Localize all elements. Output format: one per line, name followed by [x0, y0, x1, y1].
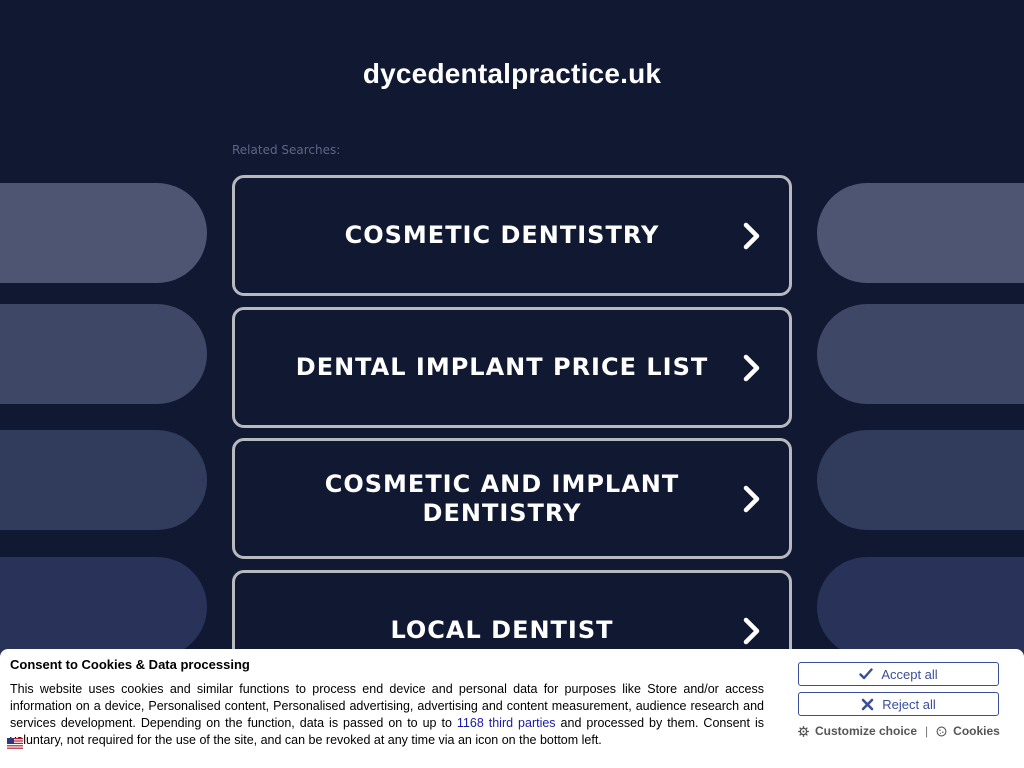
gear-icon: [798, 725, 809, 737]
decorative-pill: [0, 183, 207, 283]
accept-all-label: Accept all: [881, 666, 938, 682]
customize-choice-label: Customize choice: [815, 724, 918, 738]
decorative-pill: [817, 304, 1024, 404]
link-separator: |: [925, 724, 929, 738]
consent-description: This website uses cookies and similar fu…: [10, 681, 764, 749]
third-parties-link[interactable]: 1168 third parties: [457, 716, 556, 730]
search-link-label: LOCAL DENTIST: [390, 616, 614, 644]
search-link-label: COSMETIC AND IMPLANT DENTISTRY: [324, 469, 680, 527]
x-icon: [861, 698, 874, 710]
search-link-cosmetic-and-implant-dentistry[interactable]: COSMETIC AND IMPLANT DENTISTRY: [232, 438, 792, 559]
check-icon: [859, 668, 874, 680]
cookies-link[interactable]: Cookies: [936, 724, 1000, 738]
consent-secondary-links: Customize choice | Cookies: [798, 724, 1003, 738]
decorative-pill: [817, 183, 1024, 283]
search-link-cosmetic-dentistry[interactable]: COSMETIC DENTISTRY: [232, 175, 792, 296]
uk-flag-icon[interactable]: [7, 738, 23, 749]
consent-title: Consent to Cookies & Data processing: [10, 657, 250, 672]
reject-all-button[interactable]: Reject all: [798, 692, 999, 716]
search-link-label: COSMETIC DENTISTRY: [344, 221, 660, 249]
chevron-right-icon: [743, 222, 760, 249]
cookie-consent-banner: Consent to Cookies & Data processing Thi…: [0, 649, 1024, 768]
customize-choice-link[interactable]: Customize choice: [798, 724, 917, 738]
domain-title: dycedentalpractice.uk: [362, 58, 662, 89]
search-link-dental-implant-price-list[interactable]: DENTAL IMPLANT PRICE LIST: [232, 307, 792, 428]
cookies-label: Cookies: [953, 724, 1000, 738]
page: dycedentalpractice.uk Related Searches: …: [0, 0, 1024, 768]
decorative-pill: [817, 430, 1024, 530]
accept-all-button[interactable]: Accept all: [798, 662, 999, 686]
decorative-pill: [817, 557, 1024, 657]
chevron-right-icon: [743, 354, 760, 381]
chevron-right-icon: [743, 485, 760, 512]
related-searches-label: Related Searches:: [232, 143, 341, 157]
decorative-pill: [0, 304, 207, 404]
decorative-pill: [0, 557, 207, 657]
chevron-right-icon: [743, 617, 760, 644]
cookie-icon: [936, 726, 947, 736]
reject-all-label: Reject all: [882, 696, 936, 712]
decorative-pill: [0, 430, 207, 530]
search-link-label: DENTAL IMPLANT PRICE LIST: [295, 353, 709, 381]
